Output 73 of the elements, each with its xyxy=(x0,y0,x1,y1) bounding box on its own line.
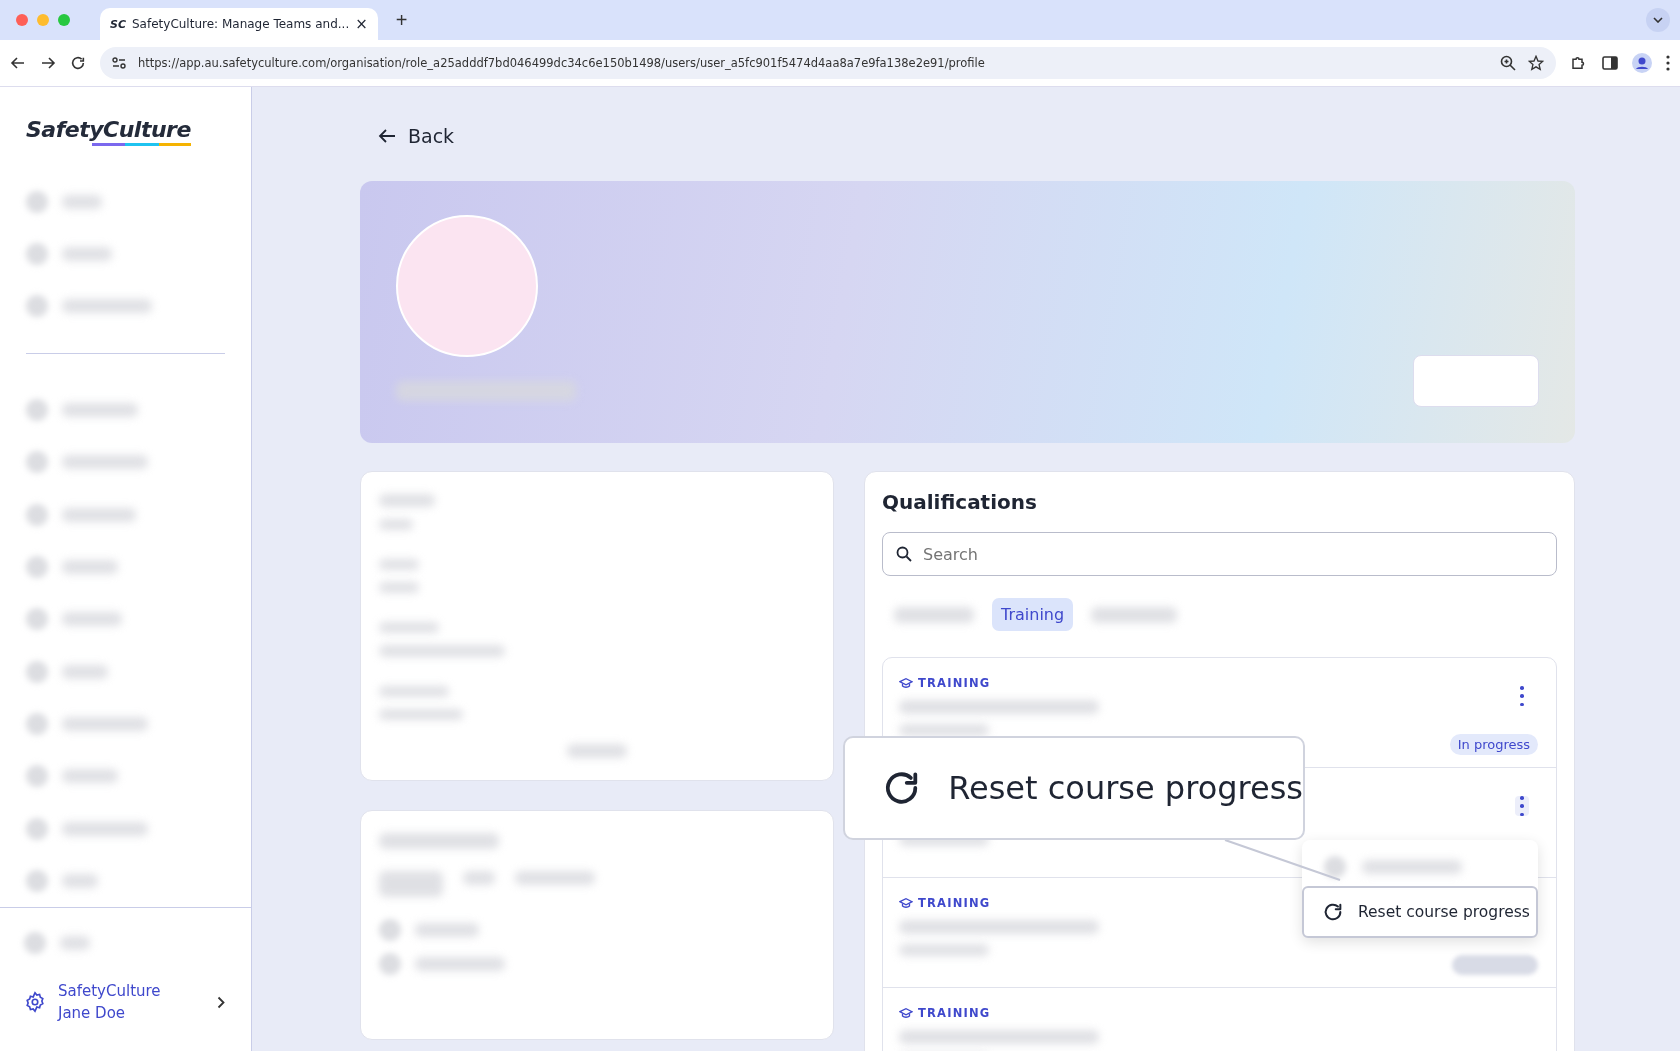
blurred-icon xyxy=(26,503,48,526)
blurred-text xyxy=(62,612,122,627)
blurred-icon xyxy=(26,398,48,421)
browser-tab[interactable]: SC SafetyCulture: Manage Teams and... × xyxy=(100,8,378,40)
back-arrow-icon[interactable] xyxy=(10,55,26,71)
back-button[interactable]: Back xyxy=(360,125,455,147)
blurred-icon xyxy=(379,919,401,941)
safetyculture-logo[interactable]: SafetyCulture xyxy=(26,117,191,146)
blurred-text xyxy=(62,247,112,262)
blurred-icon xyxy=(379,953,401,975)
url-text: https://app.au.safetyculture.com/organisation/role_a25adddf7bd046499dc34c6e150b1498/users/user_a5fc901f5474d4aa8a7e9fa138e2e91/profile xyxy=(138,56,986,70)
blurred-text xyxy=(62,769,118,784)
more-options-icon[interactable] xyxy=(1666,55,1670,71)
blurred-icon xyxy=(26,712,48,735)
blurred-text xyxy=(379,871,443,897)
search-icon xyxy=(896,546,912,562)
zoom-icon[interactable] xyxy=(1500,55,1516,71)
side-panel-icon[interactable] xyxy=(1602,55,1618,71)
tab-favicon: SC xyxy=(110,17,126,31)
graduation-cap-icon xyxy=(899,897,913,909)
category-label: TRAINING xyxy=(918,1006,991,1020)
graduation-cap-icon xyxy=(899,677,913,689)
more-options-button[interactable] xyxy=(1515,796,1529,816)
new-tab-button[interactable]: + xyxy=(387,8,416,32)
address-bar[interactable]: https://app.au.safetyculture.com/organisation/role_a25adddf7bd046499dc34c6e150b1498/users/user_a5fc901f5474d4aa8a7e9fa138e2e91/profile xyxy=(100,47,1556,79)
blurred-text xyxy=(62,559,118,574)
blurred-text xyxy=(567,744,627,759)
blurred-text xyxy=(415,923,479,937)
tab-title: SafetyCulture: Manage Teams and... xyxy=(132,17,350,31)
graduation-cap-icon xyxy=(899,1007,913,1019)
arrow-left-icon xyxy=(378,128,396,144)
blurred-icon xyxy=(26,451,48,474)
category-label: TRAINING xyxy=(918,896,991,910)
organization-name: SafetyCulture xyxy=(58,981,162,1003)
callout-label: Reset course progress xyxy=(948,769,1303,807)
account-switcher[interactable]: SafetyCulture Jane Doe xyxy=(24,980,225,1025)
blurred-text xyxy=(62,664,108,679)
blurred-icon xyxy=(26,555,48,578)
blurred-text xyxy=(379,494,435,507)
chevron-down-icon xyxy=(1653,17,1663,23)
profile-icon[interactable] xyxy=(1632,53,1652,73)
user-name: Jane Doe xyxy=(58,1003,127,1025)
reload-icon[interactable] xyxy=(70,55,86,71)
blurred-text xyxy=(62,873,98,888)
blurred-text xyxy=(60,936,90,951)
reset-icon xyxy=(1322,901,1344,923)
forward-arrow-icon[interactable] xyxy=(40,55,56,71)
blurred-icon xyxy=(26,869,48,892)
settings-icon xyxy=(24,991,46,1014)
filter-tab[interactable]: Training xyxy=(992,598,1074,631)
tab-close-button[interactable]: × xyxy=(355,15,368,33)
more-options-button[interactable] xyxy=(1518,686,1526,706)
blurred-icon xyxy=(24,932,46,955)
blurred-icon xyxy=(26,660,48,683)
blurred-icon xyxy=(26,295,48,318)
blurred-icon xyxy=(26,817,48,840)
status-badge: In progress xyxy=(1449,734,1538,755)
qualification-item[interactable]: TRAINING xyxy=(883,988,1556,1051)
blurred-text xyxy=(463,871,495,885)
site-settings-icon xyxy=(112,57,126,69)
blurred-text xyxy=(62,194,102,209)
category-label: TRAINING xyxy=(918,676,991,690)
blurred-icon xyxy=(26,190,48,213)
blurred-icon xyxy=(26,608,48,631)
star-icon[interactable] xyxy=(1528,55,1544,71)
blurred-icon xyxy=(1324,856,1346,878)
search-field[interactable]: Search xyxy=(882,532,1557,576)
tab-list-button[interactable] xyxy=(1646,8,1670,32)
menu-item[interactable]: Reset course progress xyxy=(1302,886,1538,938)
blurred-icon xyxy=(26,765,48,788)
chevron-right-icon xyxy=(217,995,225,1009)
section-title: Qualifications xyxy=(882,490,1038,514)
blurred-icon xyxy=(26,243,48,266)
